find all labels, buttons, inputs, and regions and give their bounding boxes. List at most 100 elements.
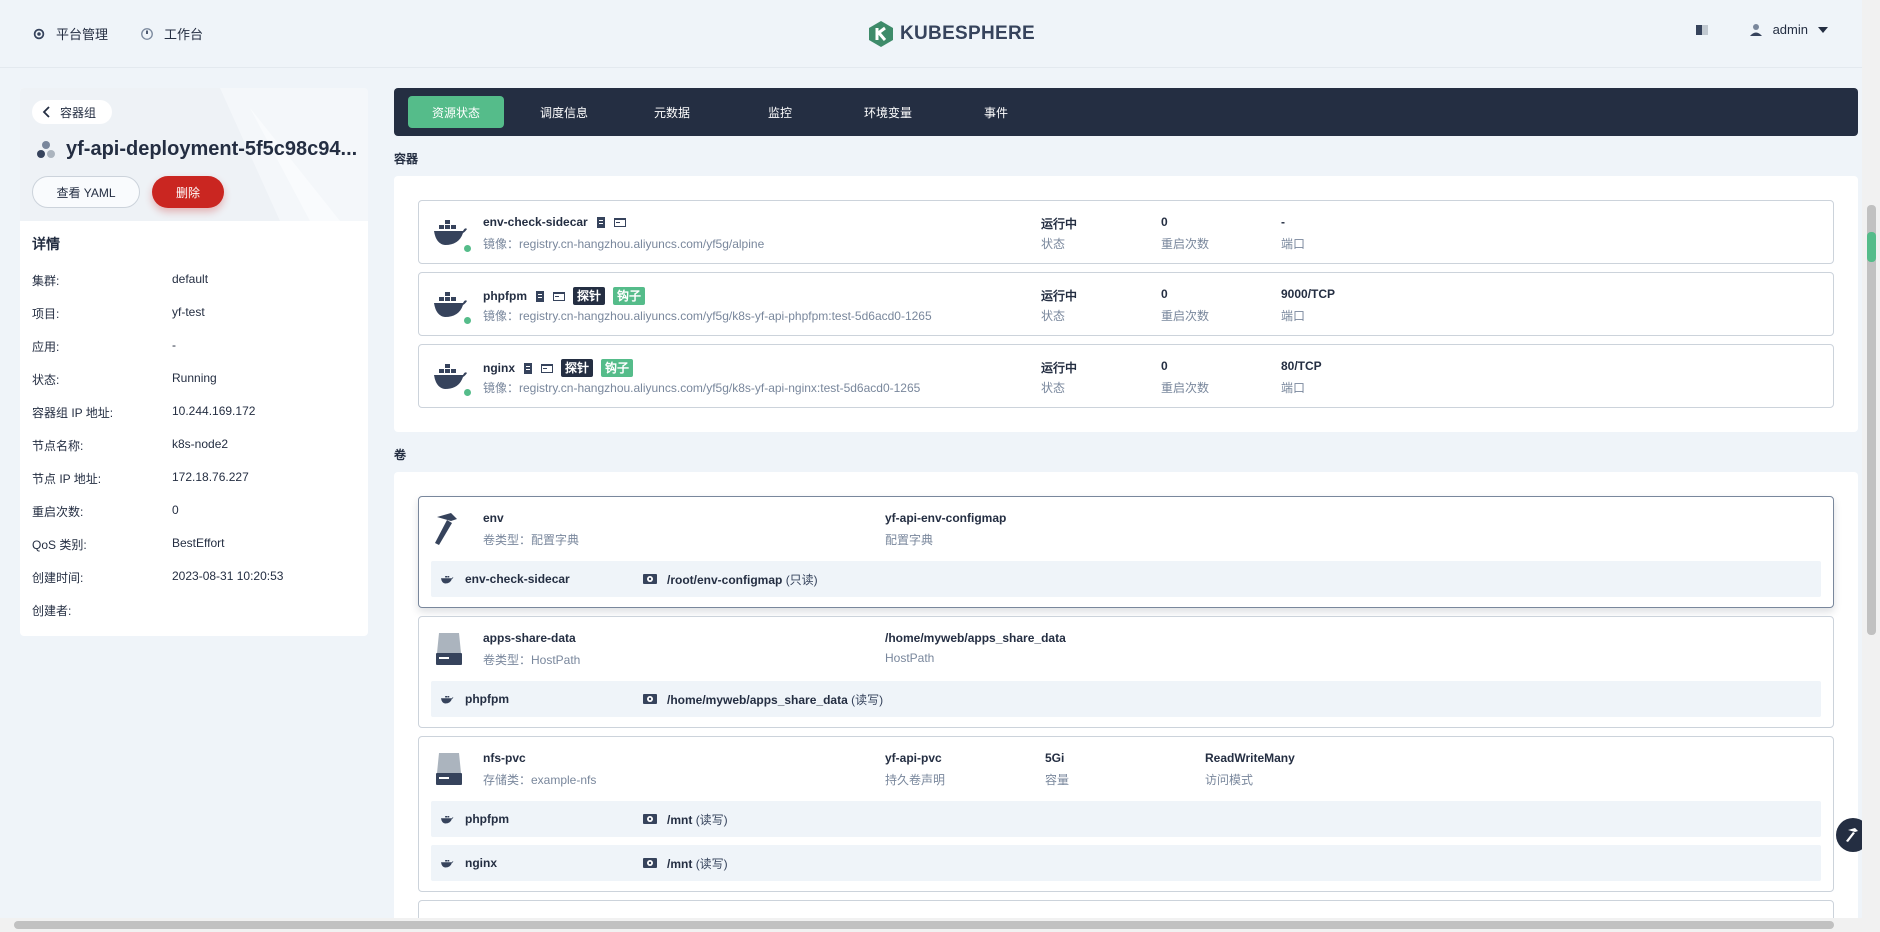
- tab-metadata[interactable]: 元数据: [624, 96, 720, 128]
- detail-row: 项目: yf-test: [32, 305, 205, 321]
- volumes-section-title: 卷: [394, 448, 407, 462]
- containers-section-title: 容器: [394, 152, 419, 166]
- back-to-pods-button[interactable]: 容器组: [32, 100, 113, 124]
- container-image: 镜像：registry.cn-hangzhou.aliyuncs.com/yf5…: [483, 237, 765, 251]
- ports-label: 端口: [1281, 309, 1306, 323]
- access-mode-label: 访问模式: [1205, 773, 1254, 787]
- pod-header: 容器组 yf-api-deployment-5f5c98c94... 查看 YA…: [20, 88, 368, 221]
- volume-name: apps-share-data: [483, 631, 576, 645]
- running-status-dot: [464, 317, 471, 324]
- volume-ref-label: 配置字典: [885, 533, 934, 547]
- tab-events[interactable]: 事件: [948, 96, 1044, 128]
- volume-mount-row: env-check-sidecar /root/env-configmap (只…: [431, 561, 1821, 597]
- volume-ref-label: 持久卷声明: [885, 773, 946, 787]
- hammer-icon: [1846, 828, 1858, 842]
- tab-scheduling[interactable]: 调度信息: [516, 96, 612, 128]
- volume-access-mode: ReadWriteMany: [1205, 751, 1295, 765]
- tab-resource-status[interactable]: 资源状态: [408, 96, 504, 128]
- container-port: -: [1281, 215, 1285, 229]
- mount-path: /mnt (读写): [643, 811, 728, 828]
- mount-path: /root/env-configmap (只读): [643, 571, 818, 588]
- terminal-icon[interactable]: [553, 291, 565, 302]
- horizontal-scroll-thumb[interactable]: [14, 921, 1834, 929]
- container-restarts: 0: [1161, 359, 1168, 373]
- running-status-dot: [464, 245, 471, 252]
- hook-tag: 钩子: [601, 359, 634, 377]
- volume-item[interactable]: apps-share-data 卷类型：HostPath /home/myweb…: [418, 616, 1834, 728]
- pvc-disk-icon: [436, 753, 462, 785]
- restarts-label: 重启次数: [1161, 381, 1210, 395]
- detail-row: 容器组 IP 地址: 10.244.169.172: [32, 404, 256, 420]
- disk-icon: [643, 858, 657, 868]
- mount-path: /mnt (读写): [643, 855, 728, 872]
- kubesphere-logo-icon: [869, 21, 893, 47]
- volume-item[interactable]: env 卷类型：配置字典 yf-api-env-configmap 配置字典 e…: [418, 496, 1834, 608]
- kubesphere-logo[interactable]: KUBESPHERE: [868, 20, 1035, 48]
- mount-container: nginx: [439, 856, 497, 870]
- log-icon[interactable]: [535, 290, 545, 302]
- ports-label: 端口: [1281, 237, 1306, 251]
- horizontal-scrollbar[interactable]: [0, 918, 1862, 932]
- status-label: 状态: [1041, 309, 1066, 323]
- container-item[interactable]: env-check-sidecar 镜像：registry.cn-hangzho…: [418, 200, 1834, 264]
- volume-ref: yf-api-env-configmap: [885, 511, 1007, 525]
- container-status: 运行中: [1041, 217, 1078, 231]
- volume-item[interactable]: nfs-pvc 存储类：example-nfs yf-api-pvc 持久卷声明…: [418, 736, 1834, 892]
- detail-row: 状态: Running: [32, 371, 217, 387]
- container-restarts: 0: [1161, 287, 1168, 301]
- log-icon[interactable]: [596, 216, 606, 228]
- caret-down-icon: [1818, 26, 1828, 33]
- disk-icon: [643, 574, 657, 584]
- vertical-scroll-thumb[interactable]: [1867, 205, 1876, 635]
- volume-ref-label: HostPath: [885, 651, 935, 665]
- delete-button[interactable]: 删除: [152, 176, 224, 208]
- pod-title: yf-api-deployment-5f5c98c94...: [36, 138, 357, 161]
- platform-management-link[interactable]: 平台管理: [32, 24, 108, 43]
- probe-tag: 探针: [561, 359, 594, 377]
- status-label: 状态: [1041, 237, 1066, 251]
- details-title: 详情: [32, 236, 60, 252]
- user-icon: [1749, 23, 1762, 36]
- back-label: 容器组: [60, 105, 97, 120]
- probe-tag: 探针: [573, 287, 606, 305]
- detail-row: 创建时间: 2023-08-31 10:20:53: [32, 569, 284, 585]
- container-port: 80/TCP: [1281, 359, 1322, 373]
- capacity-label: 容量: [1045, 773, 1070, 787]
- detail-row: 重启次数: 0: [32, 503, 179, 519]
- tab-monitoring[interactable]: 监控: [732, 96, 828, 128]
- terminal-icon[interactable]: [541, 363, 553, 374]
- platform-management-label: 平台管理: [56, 27, 109, 42]
- workbench-label: 工作台: [164, 27, 204, 42]
- container-status: 运行中: [1041, 361, 1078, 375]
- user-menu[interactable]: admin: [1749, 22, 1828, 37]
- volume-name: nfs-pvc: [483, 751, 526, 765]
- container-port: 9000/TCP: [1281, 287, 1336, 301]
- container-item[interactable]: phpfpm 探针 钩子 镜像：registry.cn-hangzhou.ali…: [418, 272, 1834, 336]
- gear-icon: [33, 28, 45, 39]
- detail-row: 节点 IP 地址: 172.18.76.227: [32, 470, 249, 486]
- tab-env-vars[interactable]: 环境变量: [840, 96, 936, 128]
- volume-mount-row: phpfpm /mnt (读写): [431, 801, 1821, 837]
- volume-name: env: [483, 511, 504, 525]
- workbench-link[interactable]: 工作台: [140, 24, 203, 43]
- disk-icon: [643, 694, 657, 704]
- volume-ref: yf-api-pvc: [885, 751, 942, 765]
- mount-container: phpfpm: [439, 812, 509, 826]
- container-item[interactable]: nginx 探针 钩子 镜像：registry.cn-hangzhou.aliy…: [418, 344, 1834, 408]
- pod-icon: [37, 140, 55, 158]
- volume-type: 卷类型：HostPath: [483, 653, 581, 667]
- log-icon[interactable]: [523, 362, 533, 374]
- scroll-indicator: [1867, 232, 1876, 262]
- volumes-panel: env 卷类型：配置字典 yf-api-env-configmap 配置字典 e…: [394, 472, 1858, 932]
- view-yaml-button[interactable]: 查看 YAML: [32, 176, 140, 208]
- detail-row: 节点名称: k8s-node2: [32, 437, 229, 453]
- docker-icon: [434, 292, 467, 317]
- docker-icon: [434, 220, 467, 245]
- notification-icon[interactable]: [1695, 24, 1709, 36]
- container-image: 镜像：registry.cn-hangzhou.aliyuncs.com/yf5…: [483, 381, 921, 395]
- pod-name: yf-api-deployment-5f5c98c94...: [66, 138, 358, 160]
- vertical-scrollbar[interactable]: [1862, 0, 1880, 932]
- terminal-icon[interactable]: [613, 217, 626, 228]
- container-name: nginx 探针 钩子: [483, 359, 634, 377]
- mount-container: env-check-sidecar: [439, 572, 570, 586]
